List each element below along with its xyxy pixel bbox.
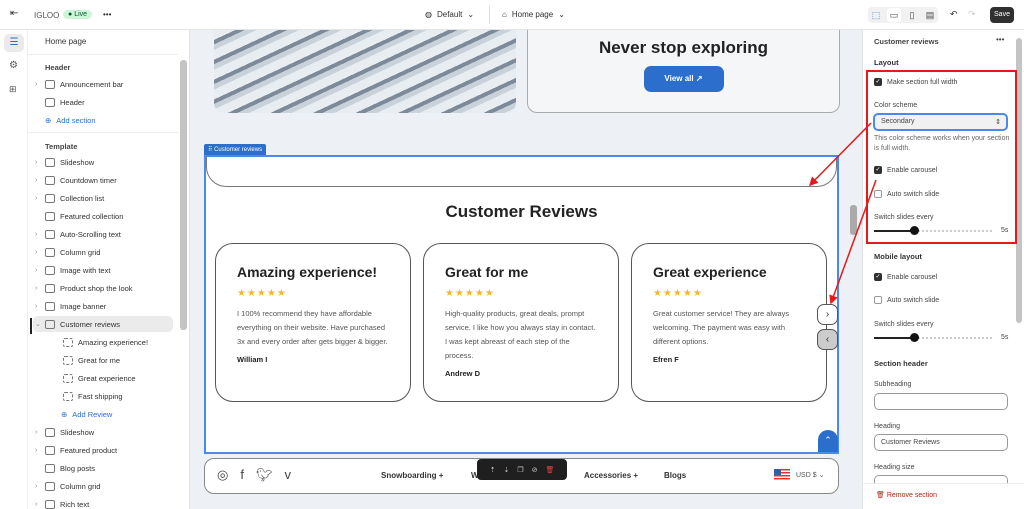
annotation-arrow	[829, 179, 877, 305]
annotation-arrow	[808, 122, 872, 187]
annotation-arrows	[808, 122, 877, 305]
